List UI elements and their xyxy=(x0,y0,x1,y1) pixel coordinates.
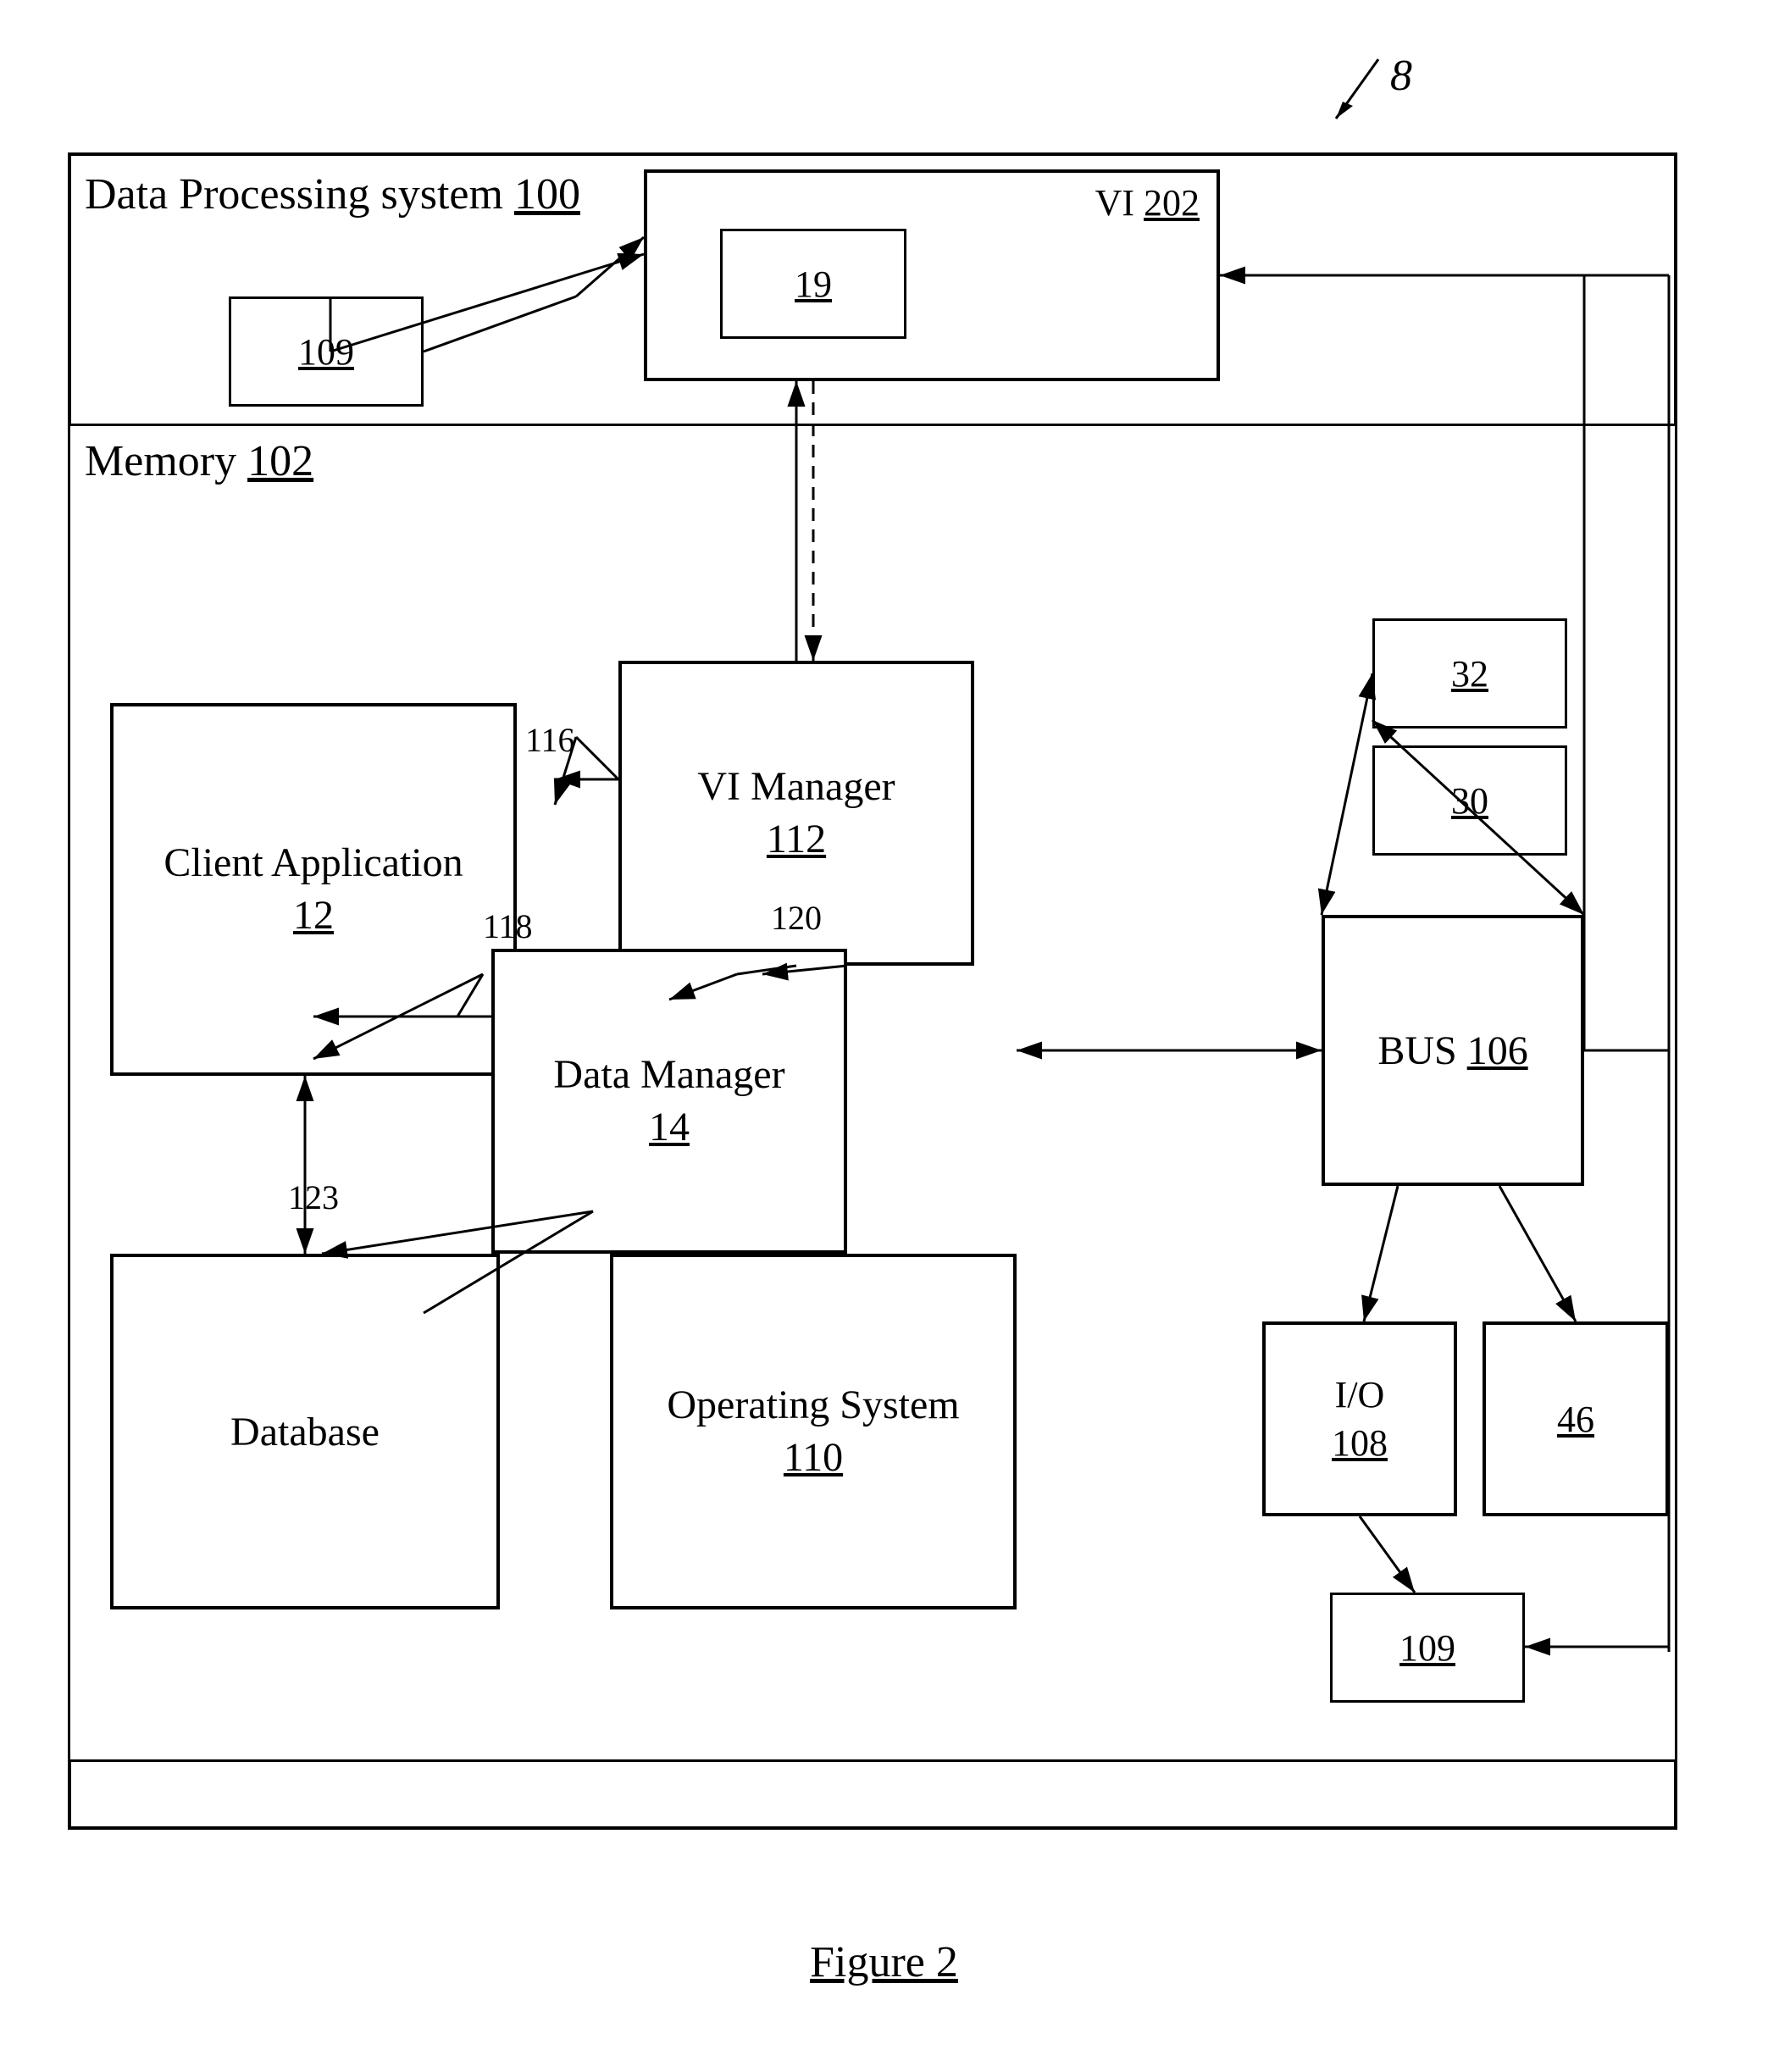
label-123: 123 xyxy=(288,1177,339,1217)
label-116: 116 xyxy=(525,720,575,760)
io-box: I/O 108 xyxy=(1262,1321,1457,1516)
data-manager-box: Data Manager 14 xyxy=(491,949,847,1254)
figure-caption: Figure 2 xyxy=(0,1937,1768,1987)
box-109-bottom: 109 xyxy=(1330,1593,1525,1703)
bus-box: BUS 106 xyxy=(1322,915,1584,1186)
outer-system-label: Data Processing system 100 xyxy=(85,169,580,219)
database-box: Database xyxy=(110,1254,500,1609)
box-30: 30 xyxy=(1372,745,1567,856)
box-32: 32 xyxy=(1372,618,1567,729)
bus-label: BUS 106 xyxy=(1377,1028,1527,1074)
vi-inner-box: 19 xyxy=(720,229,906,339)
figure-number: 8 xyxy=(1390,51,1412,101)
io-label: I/O 108 xyxy=(1332,1371,1388,1467)
os-label: Operating System 110 xyxy=(667,1379,959,1485)
label-118: 118 xyxy=(483,906,533,946)
label-120: 120 xyxy=(771,898,822,938)
box-109-left: 109 xyxy=(229,296,424,407)
vi-label: VI 202 xyxy=(1095,181,1200,224)
client-app-label: Client Application 12 xyxy=(163,837,463,943)
memory-label: Memory 102 xyxy=(85,436,313,486)
figure-reference: 8 xyxy=(1311,51,1412,147)
client-application-box: Client Application 12 xyxy=(110,703,517,1076)
page: 8 Data Processing system 100 Memory 102 … xyxy=(0,0,1768,2072)
vi-manager-label: VI Manager 112 xyxy=(697,761,895,867)
os-box: Operating System 110 xyxy=(610,1254,1017,1609)
box-46: 46 xyxy=(1483,1321,1669,1516)
data-manager-label: Data Manager 14 xyxy=(553,1049,784,1155)
database-label: Database xyxy=(230,1409,380,1455)
